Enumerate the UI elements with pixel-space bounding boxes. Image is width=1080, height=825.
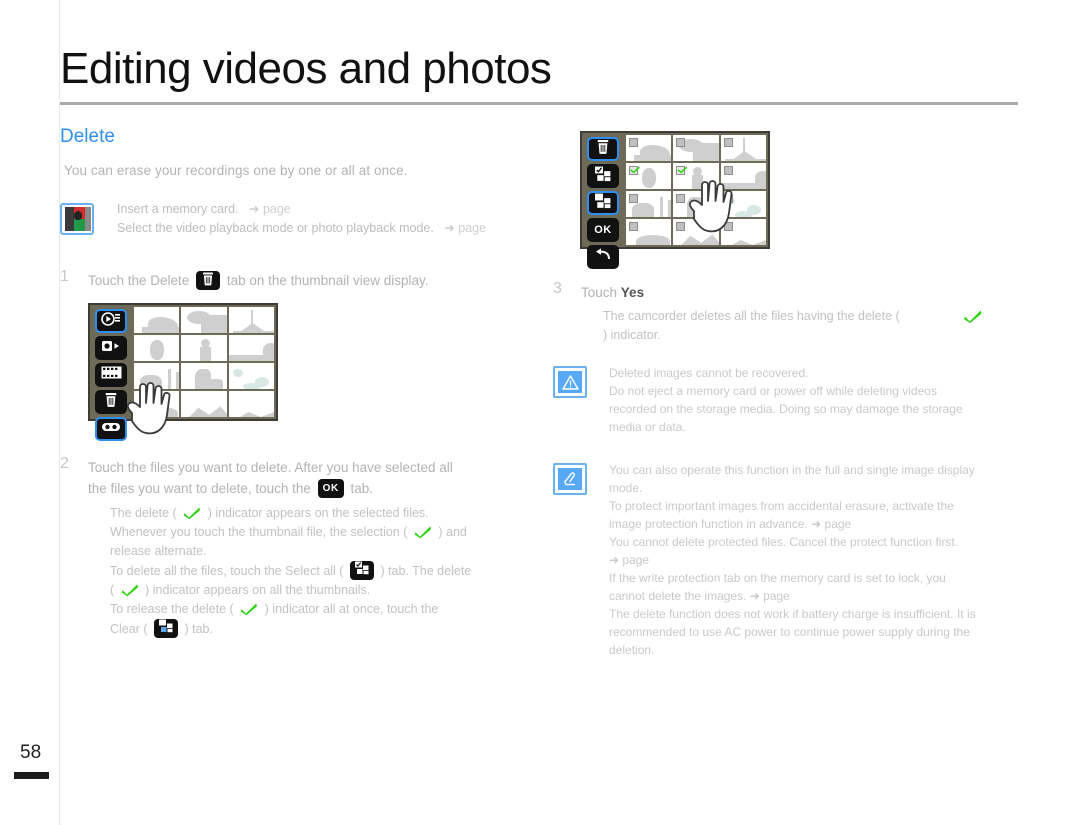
step-2-text: Touch the files you want to delete. Afte… xyxy=(88,457,471,639)
share-icon xyxy=(101,420,121,438)
video-play-icon xyxy=(101,311,121,331)
thumbnail-cell[interactable] xyxy=(228,335,274,361)
thumbnail-cell[interactable] xyxy=(228,391,274,417)
prerequisite-line: Select the video playback mode or photo … xyxy=(117,221,487,235)
check-icon xyxy=(121,583,139,597)
step-2-note: release alternate. xyxy=(110,544,207,558)
lcd-toolbar-2: OK xyxy=(582,133,624,269)
select-all-tab-chip[interactable] xyxy=(349,561,374,581)
warning-text: Deleted images cannot be recovered. Do n… xyxy=(609,366,963,434)
step-2-note: The delete ( ) indicator appears on the … xyxy=(110,506,429,520)
memory-card-icon xyxy=(60,203,94,235)
prerequisite-line: Insert a memory card. ➜ page xyxy=(117,202,291,216)
note-hand-icon xyxy=(553,463,587,495)
step-2-note: ( ) indicator appears on all the thumbna… xyxy=(110,583,371,597)
page-number-bar xyxy=(14,772,49,779)
thumbnail-view-display-2[interactable]: OK xyxy=(580,131,770,269)
step-1-number: 1 xyxy=(60,268,69,285)
intro-text: You can erase your recordings one by one… xyxy=(64,163,408,178)
step-2-note: Whenever you touch the thumbnail file, t… xyxy=(110,525,467,539)
thumbnail-cell[interactable] xyxy=(134,307,180,333)
select-checkbox[interactable] xyxy=(676,138,686,147)
thumbnail-cell[interactable] xyxy=(181,335,227,361)
page-title: Editing videos and photos xyxy=(60,44,552,93)
page-number: 58 xyxy=(20,742,42,763)
back-arrow-icon xyxy=(595,248,611,266)
header-divider xyxy=(60,102,1018,105)
select-all-icon xyxy=(354,561,369,581)
film-strip-icon xyxy=(101,366,122,384)
thumbnail-cell[interactable] xyxy=(720,135,766,161)
trash-icon xyxy=(105,392,117,412)
thumbnail-cell[interactable] xyxy=(626,135,672,161)
step-2-note: To release the delete ( ) indicator all … xyxy=(110,602,439,616)
clear-tab-chip[interactable] xyxy=(154,619,178,638)
page-left-edge xyxy=(59,0,60,825)
clear-icon xyxy=(159,619,174,639)
thumbnail-cell[interactable] xyxy=(626,219,672,245)
step-2-number: 2 xyxy=(60,455,69,472)
step-2-line-1: Touch the files you want to delete. Afte… xyxy=(88,460,453,475)
ok-tab-chip[interactable]: OK xyxy=(317,479,344,498)
ok-tab-label: OK xyxy=(322,483,339,494)
thumbnail-view-display-1[interactable] xyxy=(88,303,278,441)
sidebar-item-back[interactable] xyxy=(587,245,619,269)
select-checkbox[interactable] xyxy=(723,138,733,147)
thumbnail-cell[interactable] xyxy=(673,135,719,161)
hand-cursor xyxy=(682,175,752,244)
select-checkbox[interactable] xyxy=(629,138,638,147)
step-2-line-2: the files you want to delete, touch the … xyxy=(88,479,373,498)
step-2-note: To delete all the files, touch the Selec… xyxy=(110,561,471,581)
sidebar-item-select-all[interactable] xyxy=(587,164,619,188)
thumbnail-cell[interactable] xyxy=(228,307,274,333)
select-checkbox[interactable] xyxy=(723,166,733,175)
select-checkbox[interactable] xyxy=(629,222,638,231)
select-checkbox[interactable] xyxy=(676,166,686,175)
photo-play-icon xyxy=(101,339,121,358)
trash-icon xyxy=(203,270,214,291)
sidebar-item-ok[interactable]: OK xyxy=(587,218,619,242)
thumbnail-cell[interactable] xyxy=(626,163,672,189)
thumbnail-cell[interactable] xyxy=(626,191,672,217)
thumbnail-cell[interactable] xyxy=(228,363,274,389)
note-text: You can also operate this function in th… xyxy=(609,463,976,657)
page-ref: ➜ page xyxy=(444,221,487,235)
step-3-number: 3 xyxy=(553,280,562,297)
select-checkbox[interactable] xyxy=(629,166,638,175)
warning-triangle-icon xyxy=(553,366,587,398)
check-icon xyxy=(183,506,201,520)
ok-tab-label: OK xyxy=(594,224,612,236)
select-all-icon xyxy=(594,166,612,187)
check-icon xyxy=(414,525,432,539)
prerequisite-lines: Insert a memory card. ➜ page Select the … xyxy=(117,200,486,238)
trash-tab-chip[interactable] xyxy=(196,270,221,291)
step-3-note: The camcorder deletes all the files havi… xyxy=(603,307,984,345)
trash-icon xyxy=(597,139,609,159)
hand-cursor xyxy=(120,377,190,446)
page-ref: ➜ page xyxy=(249,202,291,216)
thumbnail-cell[interactable] xyxy=(181,307,227,333)
sidebar-item-photo-play[interactable] xyxy=(95,336,127,360)
step-3-text: Touch Yes The camcorder deletes all the … xyxy=(581,282,984,345)
sidebar-item-clear[interactable] xyxy=(587,191,619,215)
check-icon xyxy=(963,309,982,324)
clear-icon xyxy=(594,193,612,214)
sidebar-item-delete[interactable] xyxy=(587,137,619,161)
step-1-text: Touch the Delete tab on the thumbnail vi… xyxy=(88,270,428,291)
select-checkbox[interactable] xyxy=(629,194,638,203)
section-title: Delete xyxy=(60,126,115,147)
yes-label: Yes xyxy=(620,285,645,300)
step-2-note: Clear ( ) tab. xyxy=(110,619,471,639)
manual-page: Editing videos and photos Delete You can… xyxy=(0,0,1080,825)
step-2-notes: The delete ( ) indicator appears on the … xyxy=(110,504,471,639)
thumbnail-cell[interactable] xyxy=(134,335,180,361)
check-icon xyxy=(240,602,258,616)
step-3-line-1: Touch Yes xyxy=(581,285,645,300)
sidebar-item-video-play[interactable] xyxy=(95,309,127,333)
